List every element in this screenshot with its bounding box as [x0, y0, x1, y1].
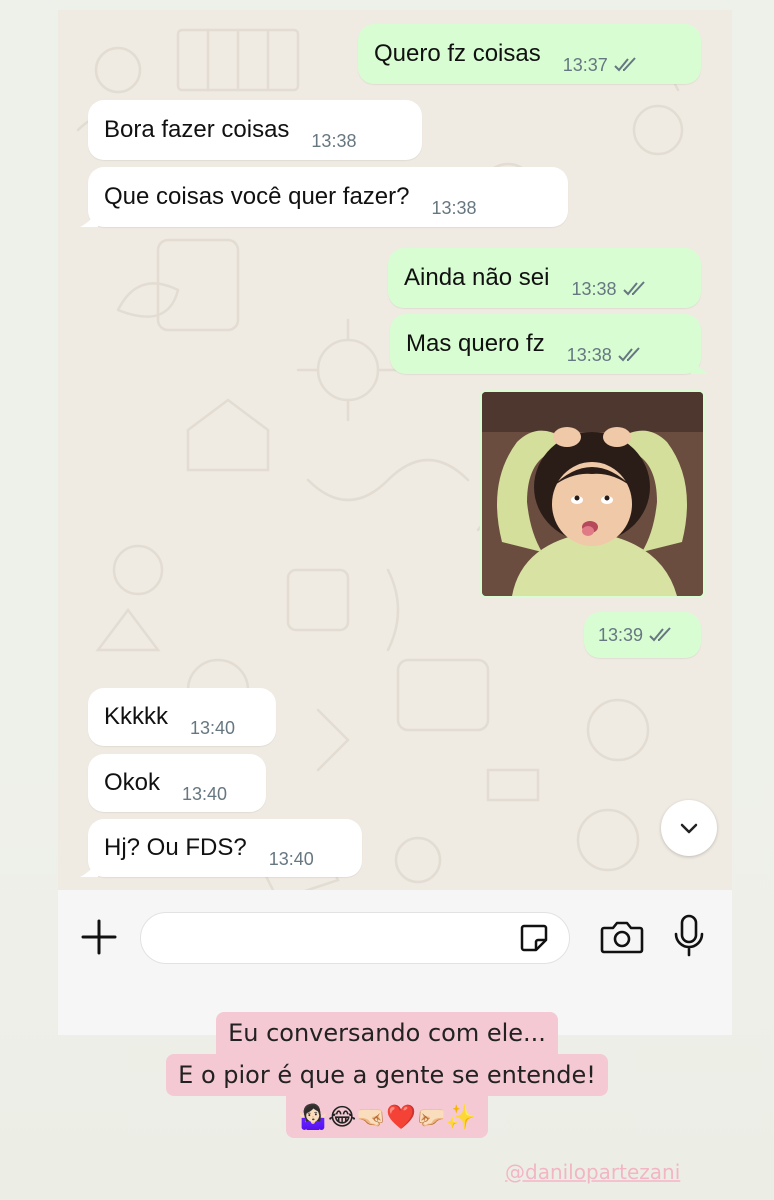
message-time: 13:38	[432, 198, 477, 219]
message-text: Bora fazer coisas	[104, 116, 290, 143]
image-message[interactable]	[480, 390, 705, 598]
double-check-icon	[614, 57, 636, 72]
message-bubble-incoming[interactable]: Que coisas você quer fazer? 13:38	[80, 167, 568, 227]
image-message-time-bubble[interactable]: 13:39	[584, 612, 701, 658]
message-bubble-outgoing[interactable]: Mas quero fz 13:38	[390, 314, 709, 374]
message-bubble-incoming[interactable]: Hj? Ou FDS? 13:40	[80, 819, 362, 877]
message-timestamp: 13:40	[190, 717, 236, 738]
chevron-down-icon	[680, 823, 698, 834]
double-check-icon	[618, 347, 640, 362]
child-photo-illustration	[482, 392, 703, 596]
plus-icon[interactable]	[80, 918, 118, 956]
message-time: 13:38	[567, 345, 644, 366]
message-text: Quero fz coisas	[374, 40, 541, 67]
message-timestamp: 13:38	[431, 197, 477, 218]
message-bubble-outgoing[interactable]: Ainda não sei 13:38	[388, 248, 701, 308]
message-time: 13:40	[182, 784, 227, 805]
message-timestamp: 13:39	[598, 624, 644, 645]
message-timestamp: 13:40	[182, 783, 228, 804]
message-time: 13:39	[598, 625, 675, 646]
story-caption: Eu conversando com ele... E o pior é que…	[0, 1012, 774, 1138]
message-text: Kkkkk	[104, 703, 169, 730]
caption-emojis: 🤷🏻‍♀️😂🤜🏻❤️🤛🏻✨	[286, 1096, 488, 1138]
message-timestamp: 13:38	[571, 278, 617, 299]
message-time: 13:37	[563, 55, 640, 76]
message-time: 13:40	[269, 849, 314, 870]
bubble-tail	[80, 209, 98, 227]
message-time: 13:38	[311, 131, 356, 152]
bubble-tail	[80, 859, 98, 877]
message-text: Okok	[104, 769, 161, 796]
double-check-icon	[622, 281, 645, 296]
child-photo	[482, 392, 703, 596]
mic-icon[interactable]	[672, 914, 706, 958]
message-text: Hj? Ou FDS?	[104, 834, 247, 861]
bubble-tail	[691, 356, 709, 374]
double-check-icon	[649, 627, 671, 642]
message-timestamp: 13:40	[268, 848, 314, 869]
message-text: Mas quero fz	[406, 330, 545, 357]
message-time: 13:40	[190, 718, 235, 739]
message-input[interactable]	[140, 912, 570, 964]
message-time: 13:38	[571, 279, 648, 300]
message-bubble-outgoing[interactable]: Quero fz coisas 13:37	[358, 24, 701, 84]
message-bubble-incoming[interactable]: Kkkkk 13:40	[88, 688, 276, 746]
caption-line-2: E o pior é que a gente se entende!	[166, 1054, 608, 1096]
caption-line-1: Eu conversando com ele...	[216, 1012, 558, 1054]
camera-icon[interactable]	[600, 918, 644, 956]
message-bubble-incoming[interactable]: Bora fazer coisas 13:38	[88, 100, 422, 160]
author-watermark: @danilopartezani	[505, 1160, 681, 1184]
message-timestamp: 13:38	[566, 344, 612, 365]
scroll-down-button[interactable]	[661, 800, 717, 856]
sticker-icon[interactable]	[518, 922, 550, 954]
message-text: Ainda não sei	[404, 264, 550, 291]
message-text: Que coisas você quer fazer?	[104, 183, 410, 210]
message-timestamp: 13:37	[562, 54, 608, 75]
message-timestamp: 13:38	[311, 130, 357, 151]
message-bubble-incoming[interactable]: Okok 13:40	[88, 754, 266, 812]
